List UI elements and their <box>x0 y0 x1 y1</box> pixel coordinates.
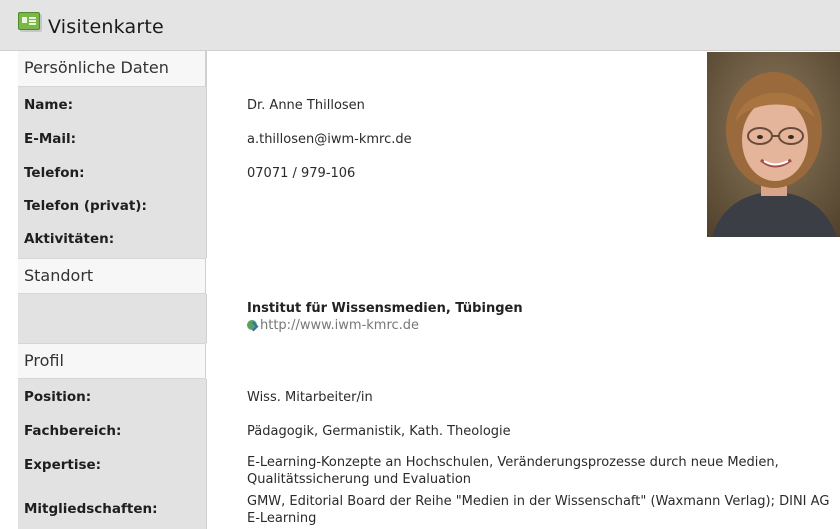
email-value[interactable]: a.thillosen@iwm-kmrc.de <box>247 131 839 148</box>
section-personal: Persönliche Daten <box>18 51 840 88</box>
name-label: Name: <box>24 97 74 113</box>
institute-link[interactable]: http://www.iwm-kmrc.de <box>247 317 839 334</box>
globe-link-icon <box>247 320 257 330</box>
card-title: Visitenkarte <box>48 16 164 38</box>
expertise-label: Expertise: <box>24 457 102 473</box>
memberships-value: GMW, Editorial Board der Reihe "Medien i… <box>247 494 830 526</box>
phone-label: Telefon: <box>24 165 85 181</box>
institute-block: Institut für Wissensmedien, Tübingen htt… <box>247 300 839 334</box>
department-label: Fachbereich: <box>24 423 122 439</box>
institute-url[interactable]: http://www.iwm-kmrc.de <box>260 318 419 333</box>
activities-label: Aktivitäten: <box>24 231 115 247</box>
section-profile: Profil <box>18 343 840 379</box>
section-personal-label: Persönliche Daten <box>18 51 206 87</box>
position-value: Wiss. Mitarbeiter/in <box>247 390 373 405</box>
phone-value: 07071 / 979-106 <box>247 166 356 181</box>
section-location-label: Standort <box>18 258 206 294</box>
position-label: Position: <box>24 389 92 405</box>
memberships-label: Mitgliedschaften: <box>24 501 158 517</box>
business-card-icon <box>18 12 40 30</box>
section-location: Standort <box>18 258 840 294</box>
department-value: Pädagogik, Germanistik, Kath. Theologie <box>247 424 511 439</box>
section-profile-label: Profil <box>18 343 206 379</box>
expertise-value: E-Learning-Konzepte an Hochschulen, Verä… <box>247 455 779 487</box>
card-header: Visitenkarte <box>0 0 840 51</box>
name-value: Dr. Anne Thillosen <box>247 98 365 113</box>
institute-name: Institut für Wissensmedien, Tübingen <box>247 301 523 316</box>
phone-private-label: Telefon (privat): <box>24 198 147 214</box>
email-label: E-Mail: <box>24 131 77 147</box>
